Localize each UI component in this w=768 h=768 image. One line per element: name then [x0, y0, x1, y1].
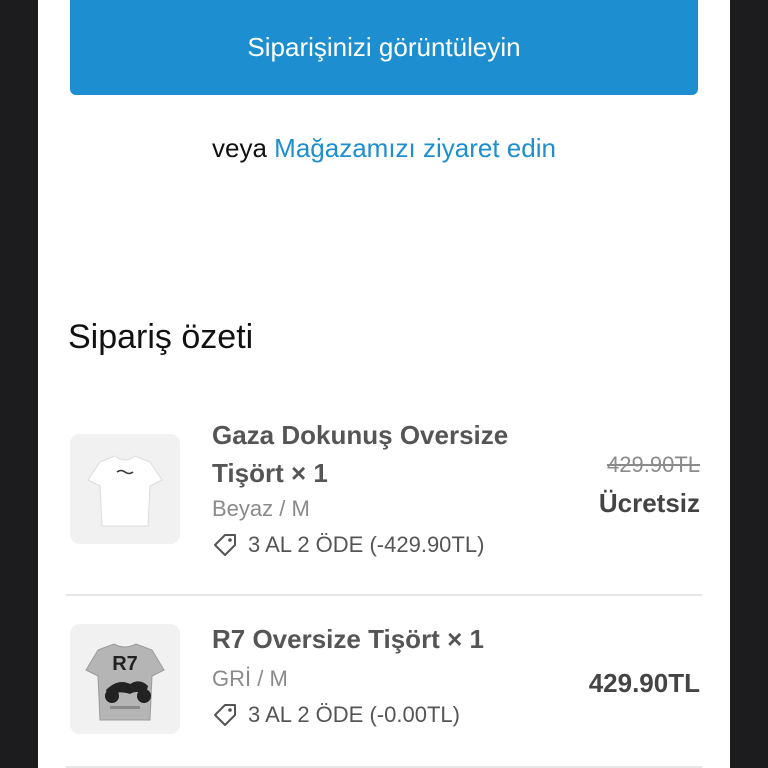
view-order-button[interactable]: Siparişinizi görüntüleyin [70, 0, 698, 95]
or-text: veya [212, 133, 267, 163]
item-price: 429.90TL [588, 668, 700, 698]
discount-label: 3 AL 2 ÖDE (-429.90TL) [248, 532, 485, 557]
order-item: R7 R7 Oversize Tişört × 1 GRİ / M 3 AL 2… [68, 596, 700, 766]
tag-icon [214, 704, 236, 726]
order-item: Gaza Dokunuş Oversize Tişört × 1 Beyaz /… [68, 402, 700, 594]
visit-store-link[interactable]: Mağazamızı ziyaret edin [274, 133, 556, 163]
grey-tshirt-motorcycle-image: R7 [70, 624, 180, 734]
item-price-column: 429.90TL [589, 668, 700, 699]
discount-label: 3 AL 2 ÖDE (-0.00TL) [248, 702, 460, 727]
item-discount: 3 AL 2 ÖDE (-0.00TL) [212, 702, 460, 728]
item-price-column: 429.90TL Ücretsiz [599, 452, 700, 519]
item-price: Ücretsiz [598, 488, 700, 518]
alternate-action-line: veya Mağazamızı ziyaret edin [38, 133, 730, 164]
tshirt-print-text: R7 [112, 653, 138, 675]
tag-icon [214, 534, 236, 556]
item-discount: 3 AL 2 ÖDE (-429.90TL) [212, 532, 484, 558]
item-name: Gaza Dokunuş Oversize Tişört × 1 [212, 420, 509, 488]
view-order-label: Siparişinizi görüntüleyin [247, 32, 521, 62]
white-tshirt-image [70, 434, 180, 544]
item-old-price: 429.90TL [607, 452, 700, 477]
item-name: R7 Oversize Tişört × 1 [212, 624, 484, 654]
item-variant: GRİ / M [212, 666, 288, 691]
order-confirmation-sheet: Siparişinizi görüntüleyin veya Mağazamız… [38, 0, 730, 768]
order-summary-title: Sipariş özeti [68, 318, 254, 356]
item-variant: Beyaz / M [212, 496, 310, 521]
